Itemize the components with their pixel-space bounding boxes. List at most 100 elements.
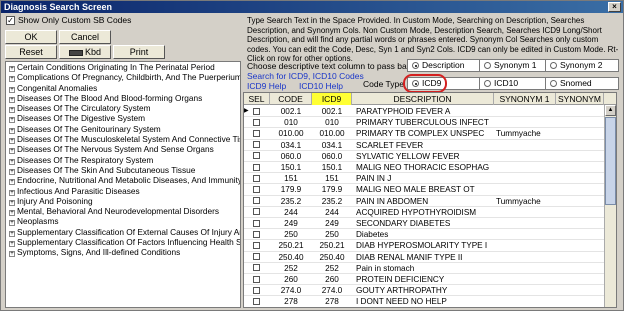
description-cell[interactable]: Pain in stomach (356, 263, 494, 274)
description-cell[interactable]: DIAB HYPEROSMOLARITY TYPE I (356, 240, 494, 251)
icd10-help-link[interactable]: ICD10 Help (299, 81, 343, 91)
icd9-cell[interactable]: 252 (312, 263, 352, 274)
description-cell[interactable]: SYLVATIC YELLOW FEVER (356, 151, 494, 162)
icd9-cell[interactable]: 235.2 (312, 196, 352, 207)
icd9-help-link[interactable]: ICD9 Help (247, 81, 286, 91)
sel-cell[interactable] (244, 184, 270, 195)
code-type-snomed-radio[interactable]: Snomed (545, 77, 619, 90)
select-checkbox[interactable] (253, 197, 260, 205)
sel-cell[interactable] (244, 196, 270, 207)
code-cell[interactable]: 250.21 (270, 240, 312, 251)
expand-plus-icon[interactable]: + (9, 179, 15, 186)
select-checkbox[interactable] (253, 163, 260, 171)
description-cell[interactable]: PARATYPHOID FEVER A (356, 106, 494, 117)
expand-plus-icon[interactable]: + (9, 117, 15, 124)
show-custom-checkbox[interactable]: ✓ (6, 16, 15, 25)
expand-plus-icon[interactable]: + (9, 199, 15, 206)
header-sel[interactable]: SEL (244, 93, 270, 105)
sel-cell[interactable] (244, 296, 270, 307)
table-row[interactable]: 274.0 274.0 GOUTY ARTHROPATHY (244, 285, 616, 297)
header-synonym1[interactable]: SYNONYM 1 (494, 93, 556, 105)
select-checkbox[interactable] (253, 208, 260, 216)
select-checkbox[interactable] (253, 230, 260, 238)
synonym1-cell[interactable] (496, 252, 556, 263)
code-type-icd10-radio[interactable]: ICD10 (479, 77, 551, 90)
description-cell[interactable]: PRIMARY TUBERCULOUS INFECT (356, 117, 494, 128)
tree-item[interactable]: + Congenital Anomalies (6, 83, 240, 93)
icd9-cell[interactable]: 278 (312, 296, 352, 307)
description-cell[interactable]: PAIN IN J (356, 173, 494, 184)
results-grid[interactable]: SEL CODE ICD9 DESCRIPTION SYNONYM 1 SYNO… (243, 92, 617, 308)
description-cell[interactable]: PROTEIN DEFICIENCY (356, 274, 494, 285)
tree-item[interactable]: + Supplementary Classification Of Externa… (6, 227, 240, 237)
passback-synonym2-radio[interactable]: Synonym 2 (545, 59, 619, 72)
reset-button[interactable]: Reset (5, 45, 57, 59)
code-cell[interactable]: 060.0 (270, 151, 312, 162)
expand-plus-icon[interactable]: + (9, 148, 15, 155)
synonym1-cell[interactable] (496, 263, 556, 274)
expand-plus-icon[interactable]: + (9, 189, 15, 196)
description-cell[interactable]: ACQUIRED HYPOTHYROIDISM (356, 207, 494, 218)
select-checkbox[interactable] (253, 129, 260, 137)
description-cell[interactable]: SECONDARY DIABETES (356, 218, 494, 229)
synonym1-cell[interactable] (496, 240, 556, 251)
icd9-cell[interactable]: 244 (312, 207, 352, 218)
grid-scrollbar[interactable]: ▲ (604, 105, 616, 307)
code-cell[interactable]: 250.40 (270, 252, 312, 263)
scroll-thumb[interactable] (605, 117, 616, 205)
sel-cell[interactable] (244, 173, 270, 184)
table-row[interactable]: 278 278 I DONT NEED NO HELP (244, 296, 616, 307)
expand-plus-icon[interactable]: + (9, 251, 15, 258)
description-cell[interactable]: Diabetes (356, 229, 494, 240)
table-row[interactable]: 244 244 ACQUIRED HYPOTHYROIDISM (244, 207, 616, 218)
expand-plus-icon[interactable]: + (9, 210, 15, 217)
tree-item[interactable]: + Injury And Poisoning (6, 196, 240, 206)
expand-plus-icon[interactable]: + (9, 168, 15, 175)
description-cell[interactable]: SCARLET FEVER (356, 140, 494, 151)
table-row[interactable]: 034.1 034.1 SCARLET FEVER (244, 140, 616, 151)
tree-item[interactable]: + Diseases Of The Nervous System And Sens… (6, 144, 240, 155)
expand-plus-icon[interactable]: + (9, 241, 15, 248)
code-cell[interactable]: 010.00 (270, 128, 312, 139)
passback-synonym1-radio[interactable]: Synonym 1 (479, 59, 551, 72)
category-tree[interactable]: + Certain Conditions Originating In The P… (5, 61, 241, 308)
code-cell[interactable]: 235.2 (270, 196, 312, 207)
code-cell[interactable]: 250 (270, 229, 312, 240)
description-cell[interactable]: MALIG NEO THORACIC ESOPHAG (356, 162, 494, 173)
select-checkbox[interactable] (253, 185, 260, 193)
close-icon[interactable]: × (608, 2, 621, 12)
table-row[interactable]: 235.2 235.2 PAIN IN ABDOMEN Tummyache (244, 196, 616, 207)
kbd-button[interactable]: Kbd (59, 45, 111, 59)
icd9-cell[interactable]: 260 (312, 274, 352, 285)
table-row[interactable]: 151 151 PAIN IN J (244, 173, 616, 185)
icd9-cell[interactable]: 060.0 (312, 151, 352, 162)
tree-item[interactable]: + Diseases Of The Blood And Blood-forming… (6, 93, 240, 103)
sel-cell[interactable] (244, 252, 270, 263)
code-cell[interactable]: 274.0 (270, 285, 312, 296)
tree-item[interactable]: + Supplementary Classification Of Factors… (6, 237, 240, 248)
table-row[interactable]: 260 260 PROTEIN DEFICIENCY (244, 274, 616, 286)
table-row[interactable]: 249 249 SECONDARY DIABETES (244, 218, 616, 230)
select-checkbox[interactable] (253, 219, 260, 227)
sel-cell[interactable] (244, 128, 270, 139)
table-row[interactable]: 250.40 250.40 DIAB RENAL MANIF TYPE II (244, 252, 616, 263)
icd9-cell[interactable]: 010.00 (312, 128, 352, 139)
tree-item[interactable]: + Symptoms, Signs, And Ill-defined Condit… (6, 247, 240, 258)
synonym1-cell[interactable] (496, 274, 556, 285)
code-cell[interactable]: 151 (270, 173, 312, 184)
expand-plus-icon[interactable]: + (9, 220, 15, 227)
table-row[interactable]: 179.9 179.9 MALIG NEO MALE BREAST OT (244, 184, 616, 196)
synonym1-cell[interactable]: Tummyache (496, 128, 556, 139)
print-button[interactable]: Print (113, 45, 165, 59)
code-cell[interactable]: 244 (270, 207, 312, 218)
expand-plus-icon[interactable]: + (9, 76, 15, 83)
icd9-cell[interactable]: 179.9 (312, 184, 352, 195)
synonym1-cell[interactable] (496, 162, 556, 173)
select-checkbox[interactable] (253, 118, 260, 126)
table-row[interactable]: 250.21 250.21 DIAB HYPEROSMOLARITY TYPE I (244, 240, 616, 252)
description-cell[interactable]: PAIN IN ABDOMEN (356, 196, 494, 207)
code-cell[interactable]: 002.1 (270, 106, 312, 117)
table-row[interactable]: 010.00 010.00 PRIMARY TB COMPLEX UNSPEC Tum… (244, 128, 616, 140)
select-checkbox[interactable] (253, 107, 260, 115)
synonym1-cell[interactable] (496, 285, 556, 296)
